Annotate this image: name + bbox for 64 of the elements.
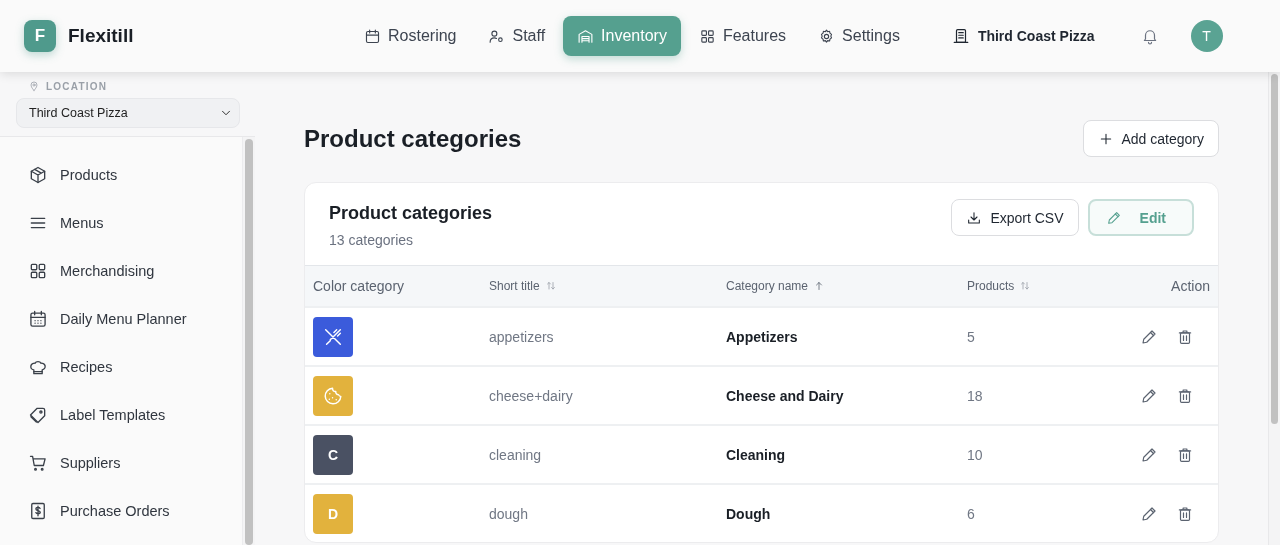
delete-row-button[interactable] bbox=[1176, 445, 1194, 464]
sidebar-item[interactable]: Menus bbox=[28, 199, 242, 247]
table-cell: Cheese and Dairy bbox=[726, 387, 844, 404]
calendar-icon bbox=[28, 309, 48, 329]
table-cell: Cleaning bbox=[726, 446, 786, 463]
table-cell: 18 bbox=[967, 387, 983, 404]
cookie-icon bbox=[322, 384, 344, 407]
delete-row-button[interactable] bbox=[1176, 386, 1194, 405]
swatch-letter: C bbox=[327, 446, 339, 463]
nav-tab[interactable]: Features bbox=[684, 16, 801, 56]
delete-row-button[interactable] bbox=[1176, 327, 1194, 346]
app-name: Flexitill bbox=[68, 25, 134, 47]
table-cell: 10 bbox=[967, 446, 983, 463]
building-icon bbox=[951, 27, 970, 45]
nav-tab[interactable]: Rostering bbox=[350, 16, 471, 56]
trash-icon bbox=[1176, 327, 1194, 346]
nav-tab[interactable]: Settings bbox=[804, 16, 914, 56]
column-header[interactable]: Products bbox=[967, 279, 1015, 293]
receipt-dollar-icon bbox=[28, 501, 48, 521]
export-csv-button[interactable]: Export CSV bbox=[951, 199, 1079, 236]
add-category-button[interactable]: Add category bbox=[1082, 120, 1219, 157]
table-cell: dough bbox=[489, 505, 528, 522]
sidebar-item[interactable]: Recipes bbox=[28, 343, 242, 391]
trash-icon bbox=[1176, 445, 1194, 464]
delete-row-button[interactable] bbox=[1176, 504, 1194, 523]
warehouse-icon bbox=[577, 27, 595, 45]
sidebar-item[interactable]: Purchase Orders bbox=[28, 487, 242, 535]
page-title: Product categories bbox=[304, 124, 522, 153]
tag-icon bbox=[28, 405, 48, 425]
card-title: Product categories bbox=[329, 203, 493, 224]
scrollbar-thumb[interactable] bbox=[1271, 74, 1278, 424]
sidebar-item[interactable]: Daily Menu Planner bbox=[28, 295, 242, 343]
table-cell: cleaning bbox=[489, 446, 542, 463]
table-cell: Dough bbox=[726, 505, 771, 522]
location-button[interactable]: Third Coast Pizza bbox=[951, 27, 1095, 45]
column-header: Action bbox=[1171, 278, 1210, 294]
sidebar-item[interactable]: Merchandising bbox=[28, 247, 242, 295]
sidebar-item[interactable]: Suppliers bbox=[28, 439, 242, 487]
logo-badge: F bbox=[24, 20, 56, 52]
table-cell: 6 bbox=[967, 505, 975, 522]
table-cell: 5 bbox=[967, 328, 975, 345]
table-cell: cheese+dairy bbox=[489, 387, 573, 404]
pencil-icon bbox=[1105, 209, 1122, 226]
shopping-cart-icon bbox=[28, 453, 48, 473]
sidebar-item[interactable]: Label Templates bbox=[28, 391, 242, 439]
category-count: 13 categories bbox=[329, 232, 415, 248]
column-header[interactable]: Short title bbox=[489, 279, 540, 293]
table-cell: Appetizers bbox=[726, 328, 798, 345]
grid-icon bbox=[698, 27, 716, 45]
column-header: Color category bbox=[313, 278, 405, 294]
trash-icon bbox=[1176, 504, 1194, 523]
calendar-icon bbox=[364, 27, 381, 45]
location-pin-icon bbox=[28, 80, 40, 92]
swatch-letter: D bbox=[327, 505, 339, 522]
grid-icon bbox=[28, 261, 48, 281]
nav-tab[interactable]: Staff bbox=[474, 16, 560, 56]
download-icon bbox=[966, 209, 983, 226]
table-cell: appetizers bbox=[489, 328, 554, 345]
column-header[interactable]: Category name bbox=[726, 279, 809, 293]
trash-icon bbox=[1176, 386, 1194, 405]
package-icon bbox=[28, 165, 48, 185]
location-select[interactable]: Third Coast Pizza bbox=[16, 98, 240, 128]
location-label: LOCATION bbox=[46, 80, 108, 92]
sidebar-item[interactable]: Products bbox=[28, 151, 242, 199]
